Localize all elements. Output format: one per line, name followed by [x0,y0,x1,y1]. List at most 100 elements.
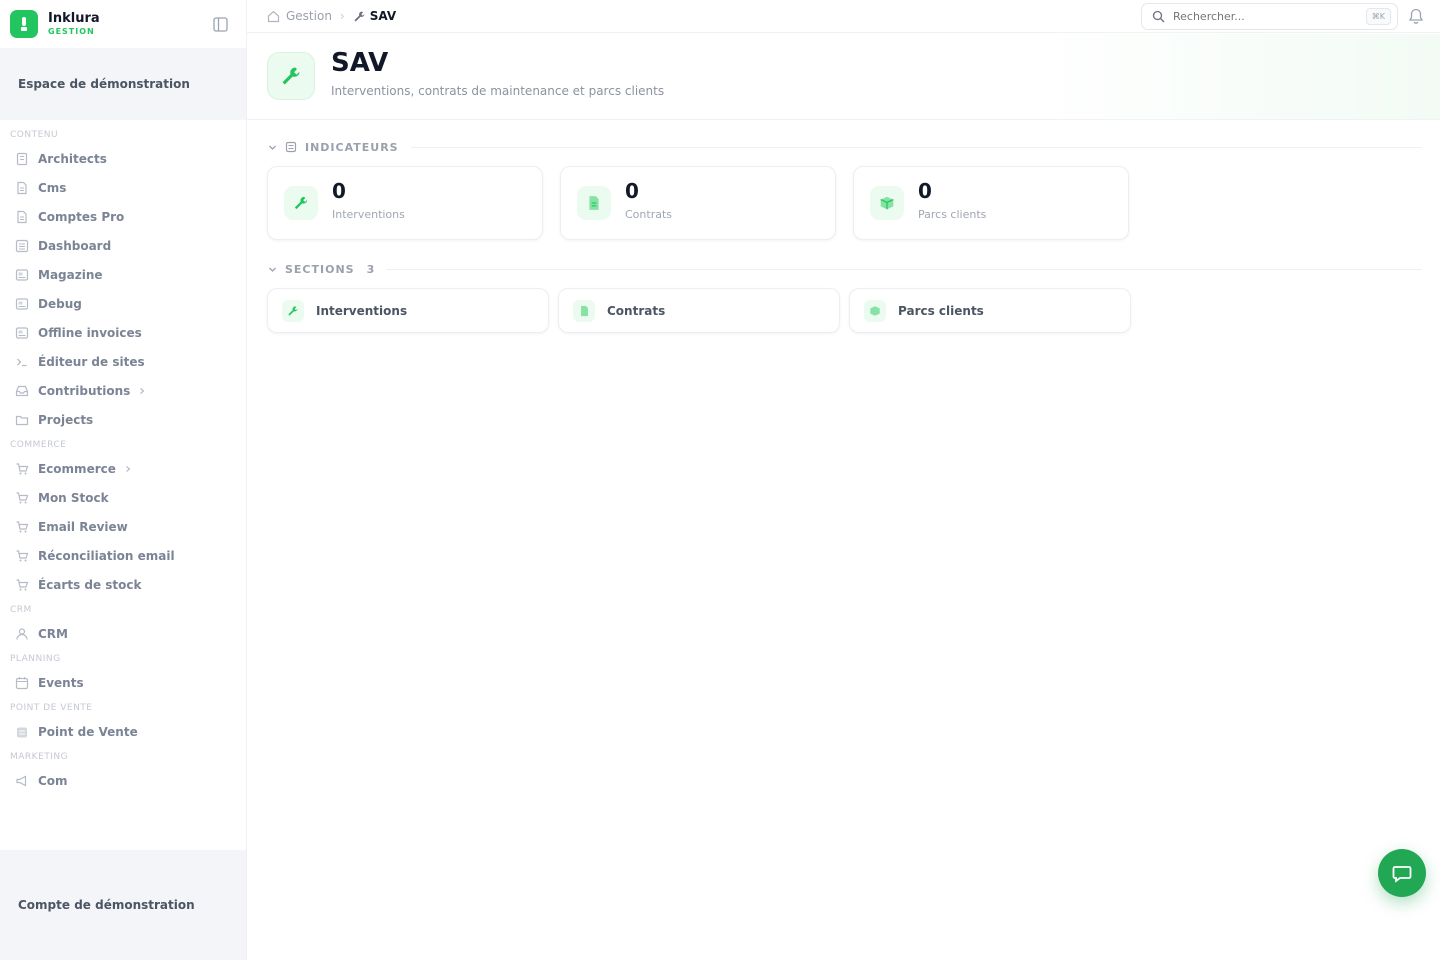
notification-bell-icon[interactable] [1408,8,1426,26]
brand: Inklura GESTION [0,0,246,48]
sidebar-item-mon-stock[interactable]: Mon Stock [0,483,246,512]
nav-section-title: MARKETING [10,752,69,762]
sidebar-item-label: Dashboard [38,238,112,253]
chevron-down-icon [268,143,277,152]
newspaper-icon [14,296,30,312]
section-card-interventions[interactable]: Interventions [267,288,549,333]
nav-section-title: POINT DE VENTE [10,703,93,713]
sidebar-item-label: Éditeur de sites [38,354,145,369]
kpi-label: Parcs clients [918,208,987,221]
cart-icon [14,490,30,506]
sidebar-item-label: Events [38,675,84,690]
section-card-contrats[interactable]: Contrats [558,288,840,333]
kpi-card-contrats[interactable]: 0 Contrats [560,166,836,240]
sidebar-item-label: Comptes Pro [38,209,125,224]
indicators-section-toggle[interactable]: INDICATEURS [268,138,1422,156]
search-box[interactable]: ⌘K [1141,3,1398,30]
cart-icon [14,548,30,564]
search-shortcut: ⌘K [1365,8,1391,25]
breadcrumb-root[interactable]: Gestion [286,9,332,23]
kpi-value: 0 [332,179,346,203]
breadcrumb-separator-icon: › [339,9,345,23]
sidebar-item-label: Projects [38,412,94,427]
cart-icon [14,461,30,477]
search-input[interactable] [1173,10,1353,23]
topbar: Gestion › SAV ⌘K [247,0,1440,33]
brand-text: Inklura GESTION [48,12,100,36]
section-card-parcs-clients[interactable]: Parcs clients [849,288,1131,333]
brand-name: Inklura [48,11,100,26]
sidebar-item-dashboard[interactable]: Dashboard [0,231,246,260]
chevron-right-icon[interactable] [124,465,132,473]
kpi-label: Interventions [332,208,405,221]
page-header: SAV Interventions, contrats de maintenan… [247,34,1440,120]
sidebar-item-label: Architects [38,151,107,166]
wrench-icon [353,10,366,23]
nav-section-title: PLANNING [10,654,61,664]
file-icon [577,186,611,220]
sidebar-item-email-review[interactable]: Email Review [0,512,246,541]
sidebar-item-projects[interactable]: Projects [0,405,246,434]
brand-logo-icon[interactable] [10,10,38,38]
sidebar-item-contributions[interactable]: Contributions [0,376,246,405]
chevron-right-icon[interactable] [138,387,146,395]
home-icon[interactable] [267,10,280,23]
workspace-switcher[interactable]: Espace de démonstration [0,48,246,120]
section-card-label: Interventions [316,303,408,318]
search-icon [1152,10,1165,23]
chat-icon[interactable] [1378,849,1426,897]
brand-subtitle: GESTION [48,27,95,36]
sidebar-item-label: CRM [38,626,68,641]
kpi-card-parcs-clients[interactable]: 0 Parcs clients [853,166,1129,240]
store-icon [14,724,30,740]
sidebar-item-editeur-de-sites[interactable]: Éditeur de sites [0,347,246,376]
sidebar-item-label: Réconciliation email [38,548,175,563]
sidebar-item-reconciliation-email[interactable]: Réconciliation email [0,541,246,570]
sidebar-item-magazine[interactable]: Magazine [0,260,246,289]
sidebar-item-label: Écarts de stock [38,577,142,592]
sidebar-collapse-icon[interactable] [212,16,228,32]
document-icon [14,180,30,196]
sidebar-item-com[interactable]: Com [0,766,246,795]
kpi-card-interventions[interactable]: 0 Interventions [267,166,543,240]
chevron-down-icon [268,265,277,274]
sidebar-item-debug[interactable]: Debug [0,289,246,318]
sidebar-item-label: Offline invoices [38,325,142,340]
section-divider [386,268,1422,270]
sidebar-nav: CONTENU Architects Cms Comptes Pro Dashboard… [0,120,246,795]
cart-icon [14,519,30,535]
cart-icon [14,577,30,593]
box-icon [870,186,904,220]
document-icon [14,209,30,225]
dashboard-icon [14,238,30,254]
sections-count: 3 [366,262,375,276]
folder-icon [14,412,30,428]
breadcrumb: Gestion › SAV [267,9,396,23]
nav-section-title: CONTENU [10,130,59,140]
page-subtitle: Interventions, contrats de maintenance e… [331,84,665,98]
sidebar-item-comptes-pro[interactable]: Comptes Pro [0,202,246,231]
sidebar-item-label: Ecommerce [38,461,116,476]
sidebar-item-label: Email Review [38,519,128,534]
inbox-icon [14,383,30,399]
sidebar-item-offline-invoices[interactable]: Offline invoices [0,318,246,347]
calendar-icon [14,675,30,691]
sidebar-item-point-de-vente[interactable]: Point de Vente [0,717,246,746]
user-icon [14,626,30,642]
file-icon [573,299,595,322]
sections-section-toggle[interactable]: SECTIONS 3 [268,260,1422,278]
sidebar-item-ecommerce[interactable]: Ecommerce [0,454,246,483]
sidebar-item-cms[interactable]: Cms [0,173,246,202]
nav-section-title: COMMERCE [10,440,67,450]
sidebar-item-label: Cms [38,180,67,195]
account-switcher[interactable]: Compte de démonstration [0,850,246,960]
sidebar-item-crm[interactable]: CRM [0,619,246,648]
sidebar-item-ecarts-de-stock[interactable]: Écarts de stock [0,570,246,599]
newspaper-icon [14,267,30,283]
page-title: SAV [331,48,389,78]
section-divider [410,146,1422,148]
sidebar-item-architects[interactable]: Architects [0,144,246,173]
nav-section-title: CRM [10,605,32,615]
kpi-value: 0 [918,179,932,203]
sidebar-item-events[interactable]: Events [0,668,246,697]
